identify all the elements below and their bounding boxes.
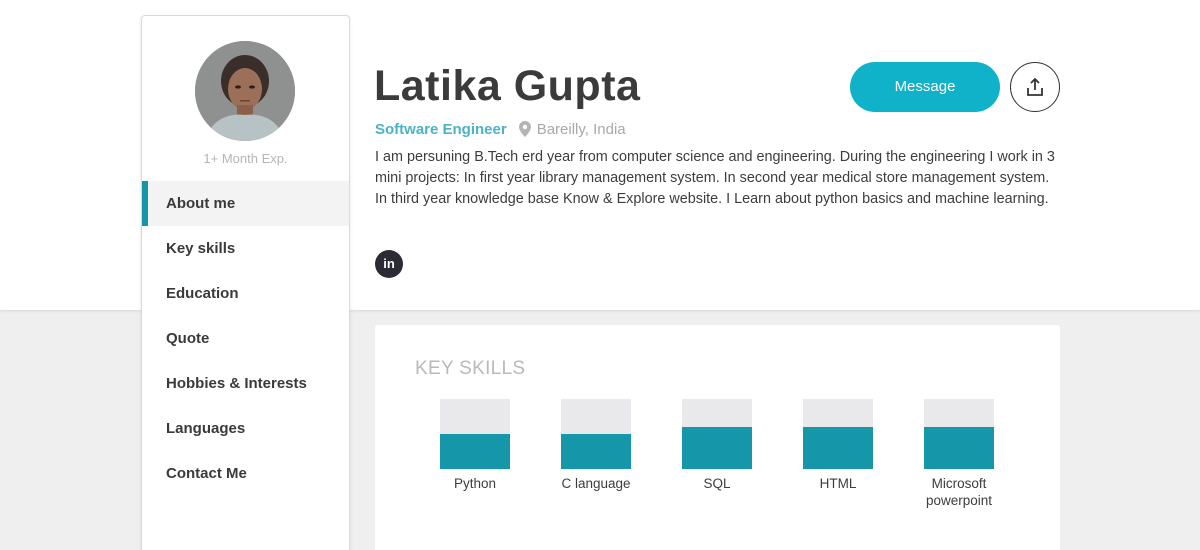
sidebar-item-label: Education <box>166 285 239 302</box>
skill-item: HTML <box>778 399 898 492</box>
skill-item: SQL <box>657 399 777 492</box>
sidebar-item-label: Hobbies & Interests <box>166 375 307 392</box>
share-button[interactable] <box>1010 62 1060 112</box>
sidebar-item-education[interactable]: Education <box>142 271 349 316</box>
role-location-line: Software Engineer Bareilly, India <box>375 121 626 141</box>
sidebar-item-quote[interactable]: Quote <box>142 316 349 361</box>
skill-bar <box>803 399 873 469</box>
skill-bar-fill <box>803 427 873 469</box>
skill-label: Python <box>453 476 497 491</box>
share-icon <box>1027 78 1043 96</box>
skill-bar <box>924 399 994 469</box>
sidebar-item-label: Languages <box>166 420 246 437</box>
message-button[interactable]: Message <box>850 62 1000 112</box>
avatar <box>195 41 295 141</box>
skill-bar-fill <box>682 427 752 469</box>
skill-label: C language <box>561 476 631 491</box>
location-text: Bareilly, India <box>536 121 626 138</box>
skill-item: Python <box>415 399 535 492</box>
bio-text: I am persuning B.Tech erd year from comp… <box>375 149 1055 207</box>
sidebar-item-hobbies[interactable]: Hobbies & Interests <box>142 361 349 406</box>
skill-bar-fill <box>561 434 631 469</box>
skill-label: SQL <box>703 476 731 491</box>
job-title: Software Engineer <box>375 121 507 138</box>
skill-bar-fill <box>440 434 510 469</box>
key-skills-card: KEY SKILLS Python C language SQL HTML Mi… <box>375 325 1060 550</box>
skill-item: C language <box>536 399 656 492</box>
sidebar-item-about-me[interactable]: About me <box>142 181 349 226</box>
sidebar-item-label: Contact Me <box>166 465 247 482</box>
profile-sidebar: 1+ Month Exp. About me Key skills Educat… <box>141 15 350 550</box>
sidebar-item-contact[interactable]: Contact Me <box>142 451 349 496</box>
profile-name: Latika Gupta <box>374 62 641 110</box>
sidebar-item-label: About me <box>166 195 236 212</box>
sidebar-item-languages[interactable]: Languages <box>142 406 349 451</box>
sidebar-item-label: Quote <box>166 330 210 347</box>
skill-bar <box>440 399 510 469</box>
sidebar-item-label: Key skills <box>166 240 236 257</box>
skill-bar <box>682 399 752 469</box>
sidebar-nav: About me Key skills Education Quote Hobb… <box>142 181 349 496</box>
sidebar-item-key-skills[interactable]: Key skills <box>142 226 349 271</box>
skill-bar <box>561 399 631 469</box>
key-skills-title: KEY SKILLS <box>415 358 526 379</box>
linkedin-icon[interactable]: in <box>375 250 403 278</box>
skill-label: HTML <box>819 476 857 491</box>
experience-text: 1+ Month Exp. <box>203 151 288 166</box>
skill-label: Microsoft powerpoint <box>925 476 993 508</box>
location-pin-icon <box>518 121 531 141</box>
skill-item: Microsoft powerpoint <box>899 399 1019 509</box>
skill-bar-fill <box>924 427 994 469</box>
